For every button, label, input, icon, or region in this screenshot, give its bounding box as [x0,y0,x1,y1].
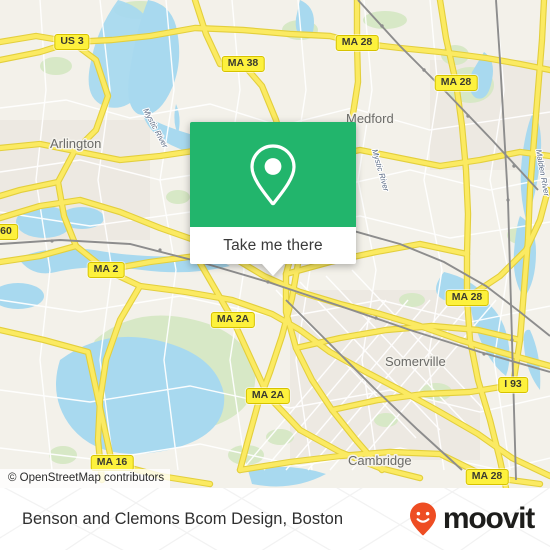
route-shield-label: MA 28 [465,469,509,485]
route-shield: MA 28 [445,290,489,306]
poi-title: Benson and Clemons Bcom Design, Boston [22,509,344,528]
destination-popup-card[interactable]: Take me there [190,122,356,276]
moovit-wordmark: moovit [442,502,535,535]
route-shield-label: 60 [0,224,18,240]
route-shield: MA 2A [210,312,256,328]
route-shield-label: I 93 [498,377,528,393]
route-shield-label: MA 2A [245,388,291,404]
route-shield: MA 28 [335,35,379,51]
moovit-map-screen: Arlington Medford Somerville Cambridge Myst… [0,0,550,550]
map-place-label: Cambridge [348,453,412,468]
route-shield: 60 [0,224,18,240]
moovit-brand[interactable]: moovit [408,501,535,537]
route-shield-label: MA 28 [434,75,478,91]
route-shield-label: MA 38 [221,56,265,72]
route-shield: MA 38 [221,56,265,72]
map-place-label: Somerville [385,354,446,369]
location-pin-icon [250,143,296,205]
take-me-there-label: Take me there [223,236,323,254]
route-shield: MA 2 [87,262,125,278]
route-shield: US 3 [54,34,90,50]
route-shield-label: MA 28 [335,35,379,51]
osm-attribution[interactable]: © OpenStreetMap contributors [0,469,171,488]
route-shield-label: MA 2 [87,262,125,278]
route-shield: MA 28 [465,469,509,485]
popup-image-area [190,122,356,227]
popup-pointer-tail [262,264,284,276]
map-place-label: Arlington [50,136,101,151]
route-shield: I 93 [498,377,528,393]
footer-bar: Benson and Clemons Bcom Design, Boston m… [0,488,550,550]
route-shield: MA 2A [245,388,291,404]
route-shield-label: MA 28 [445,290,489,306]
route-shield-label: US 3 [54,34,90,50]
route-shield: MA 28 [434,75,478,91]
route-shield-label: MA 2A [210,312,256,328]
popup-cta-area[interactable]: Take me there [190,227,356,264]
moovit-smiley-pin-icon [409,502,436,536]
